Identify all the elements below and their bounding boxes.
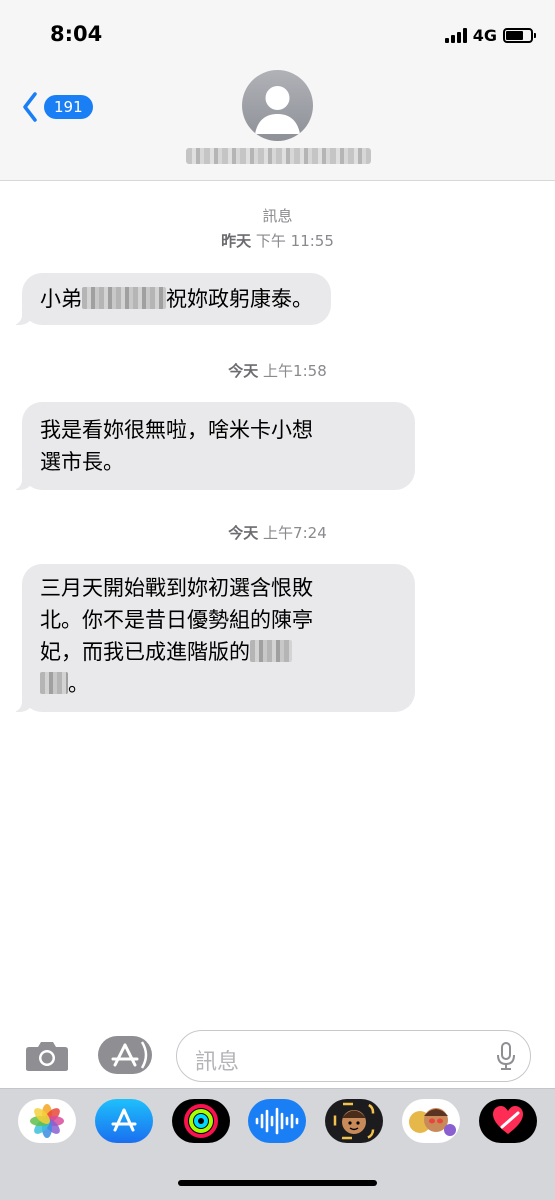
service-label: 訊息 bbox=[262, 207, 293, 225]
message-text: 我是看妳很無啦，啥米卡小想 bbox=[40, 418, 313, 442]
message-bubble[interactable]: 我是看妳很無啦，啥米卡小想 選市長。 bbox=[12, 402, 415, 490]
message-input-placeholder: 訊息 bbox=[195, 1050, 240, 1075]
timestamp: 今天 上午7:24 bbox=[0, 523, 555, 543]
redacted-name bbox=[82, 287, 166, 309]
timestamp-time: 上午1:58 bbox=[263, 362, 327, 380]
memoji-stickers-icon[interactable] bbox=[402, 1099, 460, 1143]
message-text: 北。你不是昔日優勢組的陳亭 bbox=[40, 608, 313, 632]
message-text: 妃，而我已成進階版的 bbox=[40, 640, 250, 664]
message-text: 。 bbox=[68, 672, 89, 696]
contact-avatar[interactable] bbox=[242, 70, 313, 141]
contact-name-redacted[interactable] bbox=[186, 148, 371, 164]
redacted-name bbox=[40, 672, 68, 694]
compose-bar: 訊息 bbox=[0, 1022, 555, 1088]
app-store-button[interactable] bbox=[98, 1036, 152, 1074]
message-bubble[interactable]: 三月天開始戰到妳初選含恨敗 北。你不是昔日優勢組的陳亭 妃，而我已成進階版的 。 bbox=[12, 564, 415, 712]
network-type: 4G bbox=[472, 25, 497, 45]
timestamp-time: 上午7:24 bbox=[263, 524, 327, 542]
timestamp: 昨天 下午 11:55 bbox=[0, 231, 555, 251]
timestamp-day: 今天 bbox=[228, 524, 259, 542]
battery-icon bbox=[503, 27, 536, 43]
redacted-name bbox=[250, 640, 292, 662]
photos-icon[interactable] bbox=[18, 1099, 76, 1143]
status-indicators: 4G bbox=[444, 24, 536, 46]
timestamp-time: 下午 11:55 bbox=[255, 232, 334, 250]
microphone-icon[interactable] bbox=[496, 1042, 516, 1070]
audio-message-icon[interactable] bbox=[248, 1099, 306, 1143]
app-store-icon[interactable] bbox=[95, 1099, 153, 1143]
back-button[interactable]: 191 bbox=[22, 92, 93, 122]
timestamp-day: 今天 bbox=[228, 362, 259, 380]
memoji-icon[interactable] bbox=[325, 1099, 383, 1143]
message-text: 三月天開始戰到妳初選含恨敗 bbox=[40, 576, 313, 600]
chevron-left-icon bbox=[23, 92, 37, 122]
message-text: 選市長。 bbox=[40, 450, 124, 474]
cellular-signal-icon bbox=[444, 27, 467, 43]
timestamp-day: 昨天 bbox=[221, 232, 252, 250]
person-icon bbox=[255, 86, 300, 134]
message-text: 祝妳政躬康泰。 bbox=[166, 287, 313, 311]
home-indicator[interactable] bbox=[178, 1180, 377, 1186]
camera-icon[interactable] bbox=[25, 1040, 69, 1072]
conversation-header: 8:04 4G 191 bbox=[0, 0, 555, 181]
status-time: 8:04 bbox=[50, 22, 103, 46]
activity-icon[interactable] bbox=[172, 1099, 230, 1143]
message-input[interactable]: 訊息 bbox=[176, 1030, 531, 1082]
unread-count-badge: 191 bbox=[44, 95, 93, 119]
message-bubble[interactable]: 小弟 祝妳政躬康泰。 bbox=[12, 273, 331, 325]
timestamp: 今天 上午1:58 bbox=[0, 361, 555, 381]
digital-touch-icon[interactable] bbox=[479, 1099, 537, 1143]
message-text: 小弟 bbox=[40, 287, 82, 311]
app-store-icon bbox=[111, 1041, 148, 1069]
